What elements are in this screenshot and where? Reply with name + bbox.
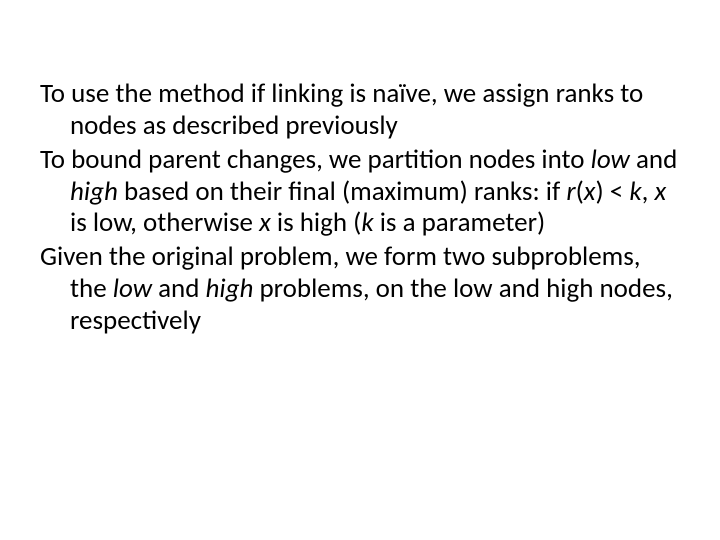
text: is high ( xyxy=(271,206,362,239)
text: ( xyxy=(576,175,584,208)
text: and xyxy=(630,143,677,176)
italic-low: low xyxy=(591,143,630,176)
text: To bound parent changes, we partition no… xyxy=(40,143,591,176)
text: is a parameter) xyxy=(374,206,546,239)
italic-x: x xyxy=(584,175,596,208)
paragraph-2: To bound parent changes, we partition no… xyxy=(40,144,680,240)
italic-x: x xyxy=(654,175,666,208)
text: and xyxy=(152,272,206,305)
text: is low, otherwise xyxy=(70,206,259,239)
italic-high: high xyxy=(206,272,254,305)
paragraph-1: To use the method if linking is naïve, w… xyxy=(40,78,680,142)
italic-low: low xyxy=(113,272,152,305)
italic-k: k xyxy=(361,206,373,239)
slide: To use the method if linking is naïve, w… xyxy=(0,0,720,540)
italic-r: r xyxy=(566,175,575,208)
italic-k: k xyxy=(629,175,641,208)
text: based on their final (maximum) ranks: if xyxy=(118,175,567,208)
italic-x: x xyxy=(259,206,271,239)
italic-high: high xyxy=(70,175,118,208)
paragraph-3: Given the original problem, we form two … xyxy=(40,241,680,337)
text: , xyxy=(642,175,655,208)
text: To use the method if linking is naïve, w… xyxy=(40,77,643,142)
text: ) < xyxy=(596,175,630,208)
